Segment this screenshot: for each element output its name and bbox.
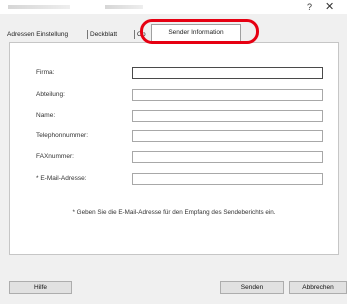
faxnummer-input[interactable] <box>132 151 323 163</box>
title-bar: ? ✕ <box>0 0 347 14</box>
firma-label: Firma: <box>36 69 55 76</box>
name-label: Name: <box>36 112 56 119</box>
help-button[interactable]: Hilfe <box>9 281 72 294</box>
sender-information-panel: Firma: Abteilung: Name: Telephonnummer: … <box>9 42 339 255</box>
abteilung-input[interactable] <box>132 89 323 101</box>
cancel-button[interactable]: Abbrechen <box>289 281 347 294</box>
telephonnummer-label: Telephonnummer: <box>36 132 89 139</box>
telephonnummer-input[interactable] <box>132 130 323 142</box>
sender-information-dialog: ? ✕ Adressen Einstellung Deckblatt Op Se… <box>0 0 347 304</box>
firma-input[interactable] <box>132 67 323 79</box>
title-text-blurred-2 <box>105 5 143 9</box>
name-input[interactable] <box>132 110 323 122</box>
abteilung-label: Abteilung: <box>36 91 65 98</box>
faxnummer-label: FAXnummer: <box>36 153 74 160</box>
email-label: * E-Mail-Adresse: <box>36 175 87 182</box>
title-text-blurred <box>8 5 70 9</box>
tab-sender-information[interactable]: Sender Information <box>151 24 241 42</box>
email-input[interactable] <box>132 173 323 185</box>
email-note: * Geben Sie die E-Mail-Adresse für den E… <box>72 209 276 216</box>
close-icon[interactable]: ✕ <box>325 0 334 13</box>
send-button[interactable]: Senden <box>220 281 284 294</box>
help-icon[interactable]: ? <box>307 2 312 12</box>
tab-adressen-einstellung[interactable]: Adressen Einstellung <box>5 28 91 41</box>
tab-deckblatt[interactable]: Deckblatt <box>88 28 138 41</box>
